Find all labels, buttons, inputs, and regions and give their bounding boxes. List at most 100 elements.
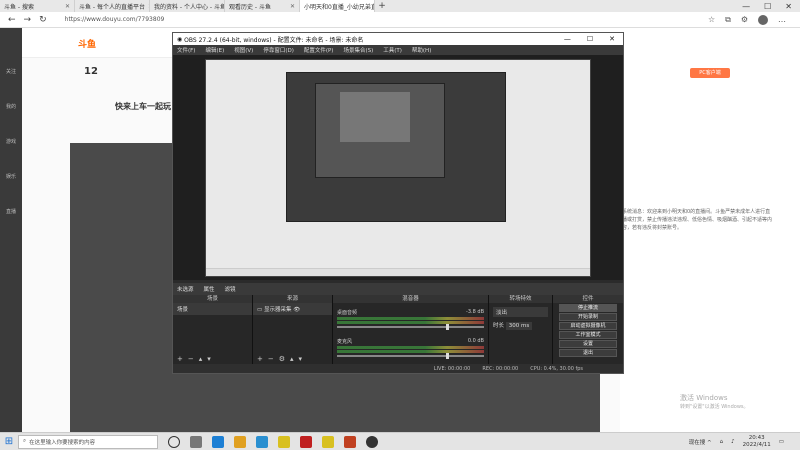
mixer-track: 桌面音频 -3.8 dB [337,309,484,316]
url-field[interactable]: https://www.douyu.com/7793809 [65,16,165,23]
forward-icon[interactable]: → [24,15,32,25]
studio-mode-button[interactable]: 工作室模式 [559,331,617,339]
favorite-icon[interactable]: ☆ [708,15,715,25]
extensions-icon[interactable]: ⚙ [741,15,748,25]
duration-input[interactable]: 300 ms [505,322,533,330]
app-icon[interactable] [300,435,312,448]
obs-preview[interactable] [173,55,623,280]
close-tab-icon[interactable]: ✕ [290,3,295,10]
refresh-icon[interactable]: ↻ [39,15,47,25]
remove-source-icon[interactable]: − [268,355,274,363]
mixer-dock: 混音器 桌面音频 -3.8 dB 麦克风 0.0 dB [333,295,489,365]
volume-meter [337,321,484,324]
transition-select[interactable]: 淡出 [493,307,548,317]
douyu-logo[interactable]: 斗鱼 [78,37,96,50]
volume-meter [337,350,484,353]
track-name: 桌面音频 [337,310,358,316]
source-settings-icon[interactable]: ⚙ [279,355,285,363]
volume-meter [337,346,484,349]
menu-edit[interactable]: 编辑(E) [205,46,224,54]
browser-tab[interactable]: 斗鱼 - 每个人的直播平台✕ [75,0,150,12]
move-down-icon[interactable]: ▾ [299,355,303,363]
new-tab-button[interactable]: + [375,1,389,11]
more-icon[interactable]: … [778,15,786,25]
volume-meter [337,317,484,320]
menu-docks[interactable]: 停靠窗口(D) [263,46,294,54]
mixer-header: 混音器 [333,295,488,303]
cpu-status: CPU: 0.4%, 30.00 fps [530,365,583,372]
pc-client-button[interactable]: PC客户端 [690,68,730,78]
menu-file[interactable]: 文件(F) [177,46,195,54]
rail-item-follow[interactable]: 关注 [3,68,19,75]
close-window-button[interactable]: ✕ [785,2,792,11]
browser-tab[interactable]: 观看历史 - 斗鱼 ✕ [225,0,300,12]
app-icon[interactable] [278,435,290,448]
tray-weather[interactable]: 现在搜 ^ [689,438,712,446]
add-source-icon[interactable]: + [257,355,263,363]
move-down-icon[interactable]: ▾ [207,355,211,363]
browser-tab[interactable]: 我的资料 - 个人中心 - 斗鱼✕ [150,0,225,12]
obs-minimize-button[interactable]: — [564,35,571,43]
collections-icon[interactable]: ⧉ [725,15,731,25]
start-recording-button[interactable]: 开始录制 [559,313,617,321]
volume-slider[interactable] [337,353,484,359]
volume-slider[interactable] [337,324,484,330]
back-icon[interactable]: ← [8,15,16,25]
network-icon[interactable]: ⌂ [720,439,724,445]
rec-status: REC: 00:00:00 [482,365,519,372]
notification-icon[interactable]: ▭ [779,439,784,445]
room-banner: 快来上车一起玩! [115,102,175,111]
profile-avatar[interactable] [758,14,768,25]
menu-tools[interactable]: 工具(T) [383,46,402,54]
remove-scene-icon[interactable]: − [188,355,194,363]
task-view-icon[interactable] [168,435,180,448]
virtual-camera-button[interactable]: 启动虚拟摄像机 [559,322,617,330]
move-up-icon[interactable]: ▴ [199,355,203,363]
nested-obs-capture-3 [340,92,410,142]
visibility-icon[interactable]: 👁 [293,307,300,313]
widgets-icon[interactable] [190,435,202,448]
properties-button[interactable]: 属性 [204,285,215,293]
settings-button[interactable]: 设置 [559,340,617,348]
app-icon[interactable] [322,435,334,448]
volume-icon[interactable]: ♪ [731,439,735,445]
rail-item-live[interactable]: 直播 [3,208,19,215]
file-explorer-icon[interactable] [234,435,246,448]
maximize-button[interactable]: ☐ [764,2,771,11]
obs-close-button[interactable]: ✕ [609,35,615,43]
menu-help[interactable]: 帮助(H) [412,46,431,54]
obs-maximize-button[interactable]: ☐ [587,35,593,43]
rail-item-ent[interactable]: 娱乐 [3,173,19,180]
obs-taskbar-icon[interactable] [366,435,378,448]
follower-count: 12 [84,66,98,77]
rail-item-game[interactable]: 游戏 [3,138,19,145]
store-icon[interactable] [256,435,268,448]
nested-obs-capture [286,72,506,222]
transitions-dock: 转场特效 淡出 时长 300 ms [489,295,553,365]
browser-tab[interactable]: 斗鱼 - 搜索 ✕ [0,0,75,12]
filters-button[interactable]: 滤镜 [225,285,236,293]
clock[interactable]: 20:43 2022/4/11 [743,435,771,449]
windows-start-icon[interactable]: ⊞ [0,436,18,447]
browser-tab-active[interactable]: 小明天和0直播_小幼兄弟直播...✕ [300,0,375,12]
menu-profile[interactable]: 配置文件(P) [304,46,334,54]
minimize-button[interactable]: — [742,2,750,11]
source-item[interactable]: ▭ 显示器采集 👁 [253,303,332,315]
app-icon[interactable] [344,435,356,448]
move-up-icon[interactable]: ▴ [290,355,294,363]
obs-title-bar: ◉ OBS 27.2.4 (64-bit, windows) - 配置文件: 未… [173,33,623,45]
taskbar-search[interactable]: ⌕ 在这里输入你要搜索的内容 [18,434,158,449]
track-name: 麦克风 [337,339,353,345]
obs-title: OBS 27.2.4 (64-bit, windows) - 配置文件: 未命名… [184,36,364,44]
menu-scene-collection[interactable]: 场景集合(S) [343,46,373,54]
stop-streaming-button[interactable]: 停止推流 [559,304,617,312]
tab-label: 观看历史 - 斗鱼 [229,3,271,11]
scene-item[interactable]: 场景 [173,303,252,315]
rail-item-mine[interactable]: 我的 [3,103,19,110]
edge-icon[interactable] [212,435,224,448]
left-nav-rail: 关注 我的 游戏 娱乐 直播 [0,28,22,432]
exit-button[interactable]: 退出 [559,349,617,357]
add-scene-icon[interactable]: + [177,355,183,363]
menu-view[interactable]: 视图(V) [234,46,253,54]
close-tab-icon[interactable]: ✕ [65,3,70,10]
